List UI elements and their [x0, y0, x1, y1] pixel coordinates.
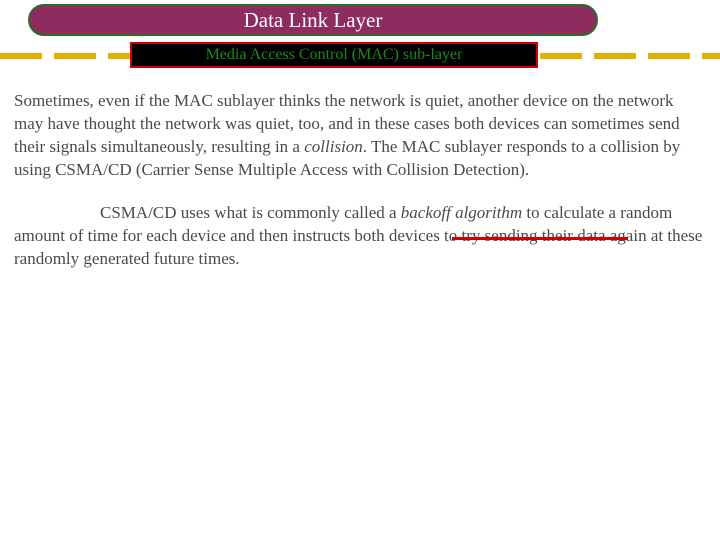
- paragraph-1: Sometimes, even if the MAC sublayer thin…: [14, 90, 704, 182]
- underline-backoff: [452, 237, 628, 240]
- subtitle-box: Media Access Control (MAC) sub-layer: [130, 42, 538, 68]
- p2-backoff-word: backoff algorithm: [401, 203, 522, 222]
- title-box: Data Link Layer: [28, 4, 598, 36]
- slide-subtitle: Media Access Control (MAC) sub-layer: [206, 46, 463, 64]
- p1-collision-word: collision: [304, 137, 363, 156]
- slide-title: Data Link Layer: [244, 8, 383, 33]
- slide: Data Link Layer Media Access Control (MA…: [0, 0, 720, 540]
- p2-text-a: CSMA/CD uses what is commonly called a: [100, 203, 401, 222]
- body-text: Sometimes, even if the MAC sublayer thin…: [14, 90, 704, 291]
